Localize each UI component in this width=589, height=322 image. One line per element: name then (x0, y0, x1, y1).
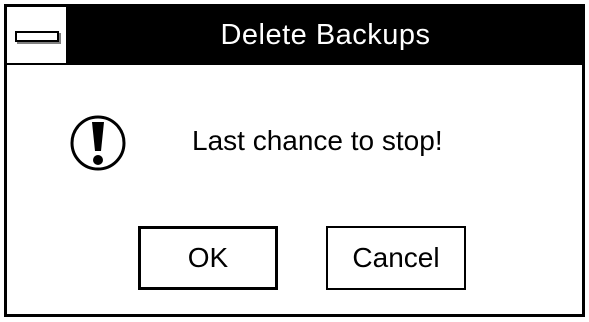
message-text: Last chance to stop! (192, 125, 443, 156)
system-menu-icon (15, 31, 59, 42)
title-separator (7, 63, 582, 65)
exclamation-icon (69, 114, 127, 172)
ok-button[interactable]: OK (138, 226, 278, 290)
delete-backups-dialog: Delete Backups Last chance to stop! OK C… (4, 4, 585, 317)
title-bar[interactable]: Delete Backups (7, 7, 582, 63)
system-menu-button[interactable] (7, 7, 69, 63)
dialog-title: Delete Backups (220, 19, 431, 51)
cancel-button[interactable]: Cancel (326, 226, 466, 290)
